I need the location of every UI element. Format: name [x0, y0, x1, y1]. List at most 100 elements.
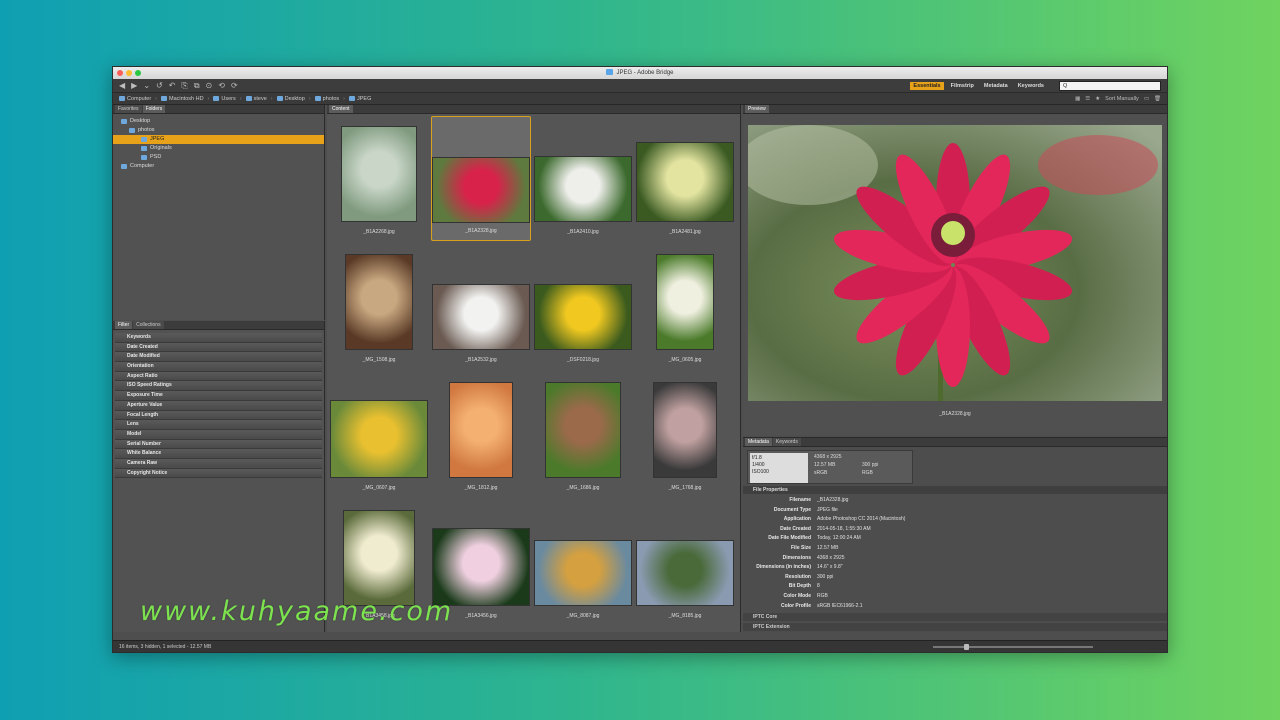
- thumbnail[interactable]: _MG_1812.jpg: [431, 372, 531, 497]
- thumbnail[interactable]: _MG_0605.jpg: [635, 244, 735, 369]
- breadcrumb-item[interactable]: steve: [245, 96, 267, 102]
- grid-view-icon[interactable]: ▦: [1075, 96, 1080, 102]
- thumbnail-image[interactable]: [432, 528, 530, 606]
- forward-icon[interactable]: ▶: [131, 79, 137, 93]
- zoom-window-button[interactable]: [135, 70, 141, 76]
- tree-item-psd[interactable]: PSD: [113, 153, 324, 162]
- rotate-left-icon[interactable]: ↶: [169, 79, 176, 93]
- thumbnail-image[interactable]: [636, 540, 734, 606]
- search-input[interactable]: Q: [1059, 80, 1161, 91]
- tree-item-computer[interactable]: Computer: [113, 162, 324, 171]
- delete-icon[interactable]: 🗑: [1154, 96, 1161, 102]
- filter-white-balance[interactable]: White Balance: [115, 449, 322, 459]
- breadcrumb-item[interactable]: JPEG: [349, 96, 371, 102]
- filter-aspect-ratio[interactable]: Aspect Ratio: [115, 371, 322, 382]
- thumbnail-image[interactable]: [653, 382, 717, 478]
- thumbnail-image[interactable]: [534, 540, 632, 606]
- thumbnail[interactable]: _MG_1768.jpg: [635, 372, 735, 497]
- tab-preview[interactable]: Preview: [745, 105, 769, 113]
- recent-files-icon[interactable]: ⌄: [143, 79, 150, 93]
- open-camera-raw-icon[interactable]: ⊙: [206, 79, 213, 93]
- filter-exposure-time[interactable]: Exposure Time: [115, 391, 322, 401]
- back-icon[interactable]: ◀: [119, 79, 125, 93]
- minimize-window-button[interactable]: [126, 70, 132, 76]
- thumbnail-image[interactable]: [345, 254, 413, 350]
- tree-item-jpeg[interactable]: JPEG: [113, 135, 324, 144]
- thumbnail-image[interactable]: [534, 284, 632, 350]
- thumbnail-image[interactable]: [636, 142, 734, 222]
- thumbnail-image[interactable]: [449, 382, 513, 478]
- sort-dropdown[interactable]: Sort Manually: [1105, 96, 1139, 102]
- tab-collections[interactable]: Collections: [133, 321, 164, 329]
- thumbnail-image[interactable]: [341, 126, 417, 222]
- camera-icon[interactable]: ⎘: [181, 79, 187, 93]
- tree-item-desktop[interactable]: Desktop: [113, 117, 324, 126]
- filter-model[interactable]: Model: [115, 429, 322, 440]
- thumbnail[interactable]: _MG_8185.jpg: [635, 500, 735, 625]
- thumbnail[interactable]: _MG_8087.jpg: [533, 500, 633, 625]
- preview-image[interactable]: [748, 125, 1162, 401]
- filter-orientation[interactable]: Orientation: [115, 362, 322, 372]
- thumbnail[interactable]: _B1A2532.jpg: [431, 244, 531, 369]
- thumbnail[interactable]: _B1A2328.jpg: [431, 116, 531, 241]
- image-info-row: 12.57 MB 300 ppi: [814, 461, 878, 469]
- workspace-keywords[interactable]: Keywords: [1015, 82, 1047, 90]
- thumbnail[interactable]: _B1A2268.jpg: [329, 116, 429, 241]
- boomerang-icon[interactable]: ↺: [156, 79, 163, 93]
- thumbnail[interactable]: _MG_0607.jpg: [329, 372, 429, 497]
- thumbnail-image[interactable]: [545, 382, 621, 478]
- workspace-essentials[interactable]: Essentials: [910, 81, 944, 90]
- breadcrumb-item[interactable]: Macintosh HD: [161, 96, 204, 102]
- breadcrumb-item[interactable]: Desktop: [276, 96, 305, 102]
- tab-content[interactable]: Content: [329, 105, 353, 113]
- thumbnail-image[interactable]: [534, 156, 632, 222]
- file-properties-header[interactable]: File Properties: [743, 486, 1167, 494]
- aperture-value: f/1.8: [752, 455, 762, 461]
- filter-keywords[interactable]: Keywords: [115, 333, 322, 343]
- metadata-key: Date Created: [780, 525, 811, 532]
- thumbnail-image[interactable]: [343, 510, 415, 606]
- refine-icon[interactable]: ⧉: [194, 79, 200, 93]
- filter-date-modified[interactable]: Date Modified: [115, 352, 322, 363]
- breadcrumb-item[interactable]: Users: [213, 96, 236, 102]
- tab-metadata[interactable]: Metadata: [745, 438, 772, 446]
- thumbnail[interactable]: _MG_1508.jpg: [329, 244, 429, 369]
- thumbnail[interactable]: _B1A2410.jpg: [533, 116, 633, 241]
- metadata-section-iptc-extension[interactable]: IPTC Extension: [743, 623, 1167, 631]
- tab-favorites[interactable]: Favorites: [115, 105, 142, 113]
- thumbnail[interactable]: _B1A2481.jpg: [635, 116, 735, 241]
- filter-lens[interactable]: Lens: [115, 420, 322, 430]
- tab-keywords[interactable]: Keywords: [772, 438, 801, 446]
- new-folder-icon[interactable]: ▭: [1144, 96, 1149, 102]
- breadcrumb-item[interactable]: photos: [314, 96, 339, 102]
- tab-filter[interactable]: Filter: [115, 321, 133, 329]
- slider-knob[interactable]: [964, 644, 969, 650]
- thumbnail-image[interactable]: [330, 400, 428, 478]
- thumbnail-size-slider[interactable]: [933, 644, 1093, 650]
- filter-aperture-value[interactable]: Aperture Value: [115, 400, 322, 411]
- list-view-icon[interactable]: ☰: [1085, 96, 1090, 102]
- thumbnail[interactable]: _DSF0218.jpg: [533, 244, 633, 369]
- thumbnail-image[interactable]: [656, 254, 714, 350]
- filter-iso-speed-ratings[interactable]: ISO Speed Ratings: [115, 381, 322, 392]
- filter-focal-length[interactable]: Focal Length: [115, 410, 322, 421]
- rotate-cw-icon[interactable]: ⟳: [231, 79, 238, 93]
- tree-item-photos[interactable]: photos: [113, 126, 324, 135]
- thumbnail[interactable]: _MG_1686.jpg: [533, 372, 633, 497]
- filter-camera-raw[interactable]: Camera Raw: [115, 458, 322, 469]
- filter-serial-number[interactable]: Serial Number: [115, 439, 322, 450]
- tree-item-originals[interactable]: Originals: [113, 144, 324, 153]
- workspace-filmstrip[interactable]: Filmstrip: [948, 82, 977, 90]
- thumbnail-image[interactable]: [432, 157, 530, 223]
- filter-copyright-notice[interactable]: Copyright Notice: [115, 468, 322, 479]
- thumbnail-image[interactable]: [432, 284, 530, 350]
- rating-filter-icon[interactable]: ★: [1095, 96, 1100, 102]
- breadcrumb-item[interactable]: Computer: [119, 96, 151, 102]
- workspace-metadata[interactable]: Metadata: [981, 82, 1011, 90]
- tab-folders[interactable]: Folders: [142, 105, 166, 113]
- title-bar: JPEG - Adobe Bridge: [113, 67, 1167, 79]
- filter-date-created[interactable]: Date Created: [115, 342, 322, 353]
- close-window-button[interactable]: [117, 70, 123, 76]
- metadata-section-iptc-core[interactable]: IPTC Core: [743, 613, 1167, 621]
- rotate-ccw-icon[interactable]: ⟲: [218, 79, 225, 93]
